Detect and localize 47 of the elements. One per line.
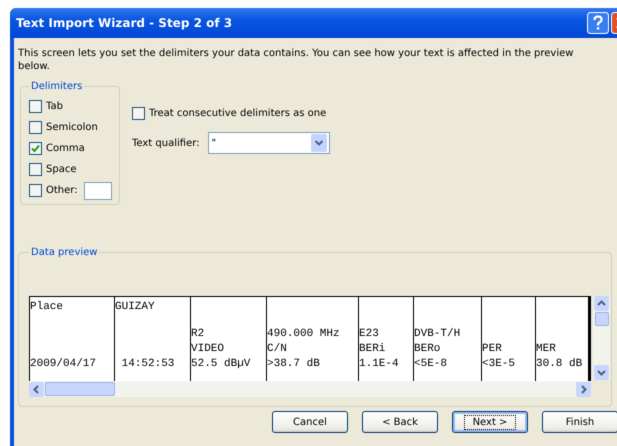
preview-text: 14:52:53 bbox=[120, 357, 176, 372]
preview-text: C/N bbox=[267, 342, 288, 357]
preview-text: VIDEO bbox=[191, 342, 226, 357]
scroll-thumb[interactable] bbox=[45, 382, 115, 396]
preview-text: PER bbox=[482, 342, 503, 357]
preview-text: 2009/04/17 bbox=[30, 357, 98, 372]
vertical-scrollbar[interactable] bbox=[593, 296, 610, 380]
preview-text: R2 bbox=[191, 327, 206, 342]
preview-text: 490.000 MHz bbox=[267, 327, 341, 342]
horizontal-scrollbar[interactable] bbox=[29, 381, 591, 397]
group-title: Data preview bbox=[30, 247, 98, 258]
dialog-button[interactable]: Cancel bbox=[272, 411, 348, 433]
scroll-left-icon[interactable] bbox=[29, 382, 44, 396]
scroll-up-icon[interactable] bbox=[594, 296, 609, 311]
scroll-right-icon[interactable] bbox=[576, 382, 591, 396]
dialog-button[interactable]: Finish bbox=[542, 411, 617, 433]
preview-text: Place bbox=[30, 300, 64, 315]
preview-text: 52.5 dBµV bbox=[191, 357, 252, 372]
delimiter-checkbox[interactable]: Semicolon bbox=[29, 121, 98, 134]
window-title: Text Import Wizard - Step 2 of 3 bbox=[16, 16, 234, 30]
delimiter-checkbox[interactable]: Comma bbox=[29, 142, 85, 155]
qualifier-dropdown[interactable]: " bbox=[208, 132, 330, 154]
other-delimiter-field[interactable] bbox=[84, 182, 112, 200]
delimiter-checkbox[interactable]: Space bbox=[29, 163, 76, 176]
preview-text: <5E-8 bbox=[414, 357, 448, 372]
preview-text: DVB-T/H bbox=[414, 327, 462, 342]
group-title: Delimiters bbox=[30, 81, 84, 92]
preview-text: BERi bbox=[359, 342, 386, 357]
preview-text: >38.7 dB bbox=[267, 357, 321, 372]
preview-text: GUIZAY bbox=[115, 300, 156, 315]
delimiter-checkbox[interactable]: Other: bbox=[29, 184, 78, 197]
delimiter-checkbox[interactable]: Tab bbox=[29, 100, 63, 113]
consecutive-checkbox[interactable]: Treat consecutive delimiters as one bbox=[132, 107, 330, 120]
check-icon bbox=[31, 144, 40, 153]
preview-text: E23 bbox=[359, 327, 380, 342]
preview-text: BERo bbox=[414, 342, 442, 357]
scroll-down-icon[interactable] bbox=[594, 365, 609, 380]
preview-text: 1.1E-4 bbox=[359, 357, 400, 372]
dialog-button[interactable]: < Back bbox=[362, 411, 438, 433]
instruction-text: This screen lets you set the delimiters your data contains. You can see how your text is affected in the preview below. bbox=[18, 47, 574, 73]
dialog-button[interactable]: Next > bbox=[452, 411, 528, 433]
preview-text: 30.8 dB bbox=[536, 357, 584, 372]
qualifier-label: Text qualifier: bbox=[132, 138, 200, 148]
preview-text: MER bbox=[536, 342, 557, 357]
help-icon[interactable] bbox=[587, 12, 609, 34]
scroll-thumb[interactable] bbox=[594, 312, 608, 326]
preview-text: <3E-5 bbox=[482, 357, 516, 372]
